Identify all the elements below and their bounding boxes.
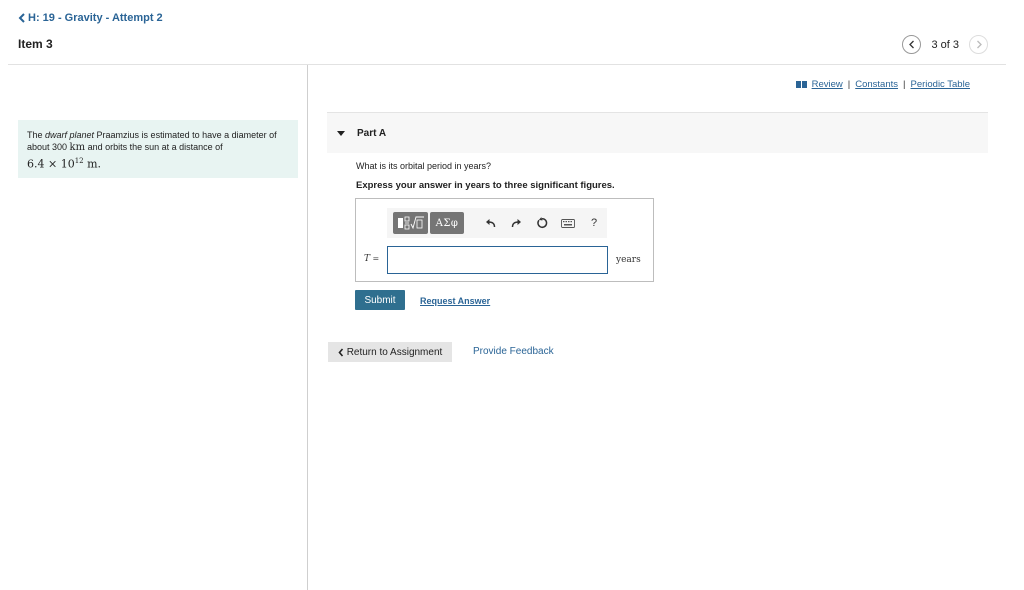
header-divider <box>8 64 1006 65</box>
keyboard-icon <box>561 218 576 228</box>
distance-unit: m. <box>83 157 102 171</box>
reset-icon <box>537 217 548 229</box>
undo-icon <box>486 219 496 228</box>
chevron-left-icon <box>18 13 25 23</box>
constants-link[interactable]: Constants <box>855 79 898 90</box>
help-button[interactable]: ? <box>581 212 607 234</box>
keyboard-button[interactable] <box>555 212 581 234</box>
provide-feedback-link[interactable]: Provide Feedback <box>473 346 554 357</box>
reset-button[interactable] <box>530 212 556 234</box>
next-item-button[interactable] <box>969 35 988 54</box>
redo-icon <box>511 219 522 228</box>
templates-button[interactable] <box>393 212 428 234</box>
chevron-left-icon <box>338 347 343 357</box>
return-label: Return to Assignment <box>346 346 443 358</box>
greek-symbols-button[interactable]: ΑΣφ <box>430 212 464 234</box>
chevron-right-icon <box>976 40 982 49</box>
answer-input[interactable] <box>387 246 608 274</box>
question-text: What is its orbital period in years? <box>356 161 492 171</box>
panel-divider <box>307 65 308 590</box>
distance-exponent: 12 <box>74 157 84 165</box>
item-pager: 3 of 3 <box>902 35 988 54</box>
part-a-header[interactable]: Part A <box>327 112 988 153</box>
distance-value: 6.4 × 1012 m. <box>27 155 289 171</box>
part-label: Part A <box>357 127 387 139</box>
redo-button[interactable] <box>504 212 530 234</box>
problem-text: The dwarf planet Praamzius is estimated … <box>27 129 289 154</box>
problem-text-italic: dwarf planet <box>45 130 95 140</box>
previous-item-button[interactable] <box>902 35 922 54</box>
collapse-triangle-icon <box>337 130 345 136</box>
link-separator: | <box>847 79 851 90</box>
submit-button[interactable]: Submit <box>355 290 405 310</box>
problem-text-suffix: and orbits the sun at a distance of <box>85 142 223 152</box>
link-separator: | <box>903 79 906 90</box>
resource-links: Review | Constants | Periodic Table <box>795 79 970 90</box>
chevron-left-icon <box>909 40 914 49</box>
back-to-assignment-link[interactable]: H: 19 - Gravity - Attempt 2 <box>18 12 163 24</box>
return-to-assignment-button[interactable]: Return to Assignment <box>328 342 452 362</box>
pager-count: 3 of 3 <box>931 38 959 51</box>
book-icon <box>795 81 807 88</box>
answer-variable-label: T = <box>364 254 379 264</box>
distance-mantissa: 6.4 × 10 <box>27 157 75 171</box>
problem-text-prefix: The <box>27 130 46 140</box>
template-group: ΑΣφ <box>393 212 464 234</box>
templates-icon <box>397 216 424 230</box>
review-link[interactable]: Review <box>812 79 843 90</box>
math-toolbar: ΑΣφ ? <box>387 208 607 238</box>
instruction-text: Express your answer in years to three si… <box>356 180 615 191</box>
unit-km: km <box>69 142 86 153</box>
answer-unit: years <box>616 255 641 265</box>
item-title: Item 3 <box>18 37 53 51</box>
back-link-label: H: 19 - Gravity - Attempt 2 <box>28 12 163 24</box>
periodic-table-link[interactable]: Periodic Table <box>910 79 970 90</box>
problem-statement: The dwarf planet Praamzius is estimated … <box>18 120 298 178</box>
answer-equals: = <box>370 254 380 263</box>
request-answer-link[interactable]: Request Answer <box>420 296 490 306</box>
answer-area: ΑΣφ ? T = years <box>355 198 654 282</box>
undo-button[interactable] <box>478 212 504 234</box>
